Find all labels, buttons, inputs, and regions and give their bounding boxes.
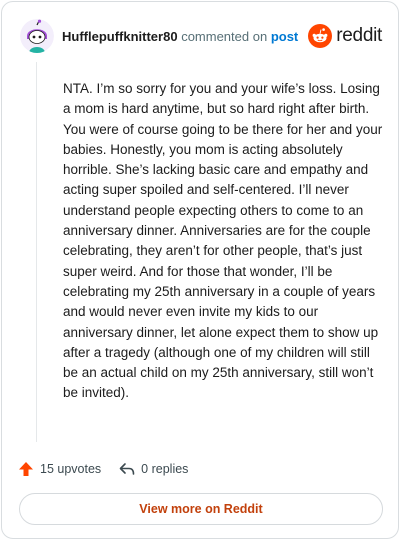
username-link[interactable]: Hufflepuffknitter80 <box>62 29 178 44</box>
post-link[interactable]: post <box>271 29 298 44</box>
comment-header: Hufflepuffknitter80 commented on post re… <box>20 18 382 54</box>
reply-count: 0 replies <box>141 462 189 476</box>
reddit-logo-icon <box>308 24 333 48</box>
reddit-wordmark: reddit <box>336 25 382 46</box>
byline: Hufflepuffknitter80 commented on post <box>62 29 308 44</box>
view-more-button[interactable]: View more on Reddit <box>19 493 383 525</box>
comment-embed-card: Hufflepuffknitter80 commented on post re… <box>1 1 399 539</box>
upvote-arrow-icon <box>19 462 33 476</box>
view-more-label: View more on Reddit <box>139 502 263 516</box>
comment-footer: 15 upvotes 0 replies <box>18 458 188 480</box>
thread-line <box>36 62 37 442</box>
reply-stat[interactable]: 0 replies <box>119 461 188 477</box>
action-text: commented on <box>181 28 268 44</box>
upvote-stat[interactable]: 15 upvotes <box>18 461 101 477</box>
snoo-avatar-icon <box>20 19 54 53</box>
reply-arrow-icon <box>119 463 135 475</box>
comment-body: NTA. I’m so sorry for you and your wife’… <box>63 81 383 401</box>
avatar[interactable] <box>20 19 54 53</box>
upvote-count: 15 upvotes <box>40 462 102 476</box>
reddit-brand[interactable]: reddit <box>308 24 382 48</box>
